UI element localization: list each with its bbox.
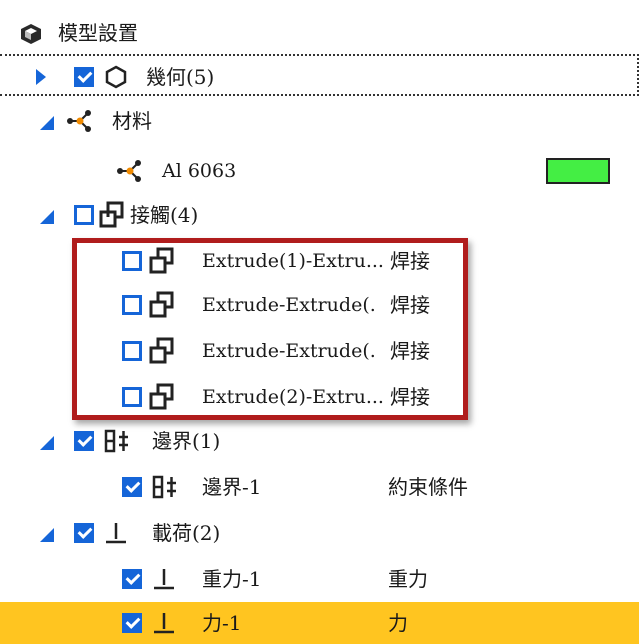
material-icon [117,160,141,182]
tree-node-boundary-1[interactable]: 邊界-1 約束條件 [0,466,639,508]
load-item-checkbox[interactable] [122,569,142,589]
load-icon [106,523,126,544]
contacts-checkbox[interactable] [74,205,94,225]
material-color-swatch[interactable] [546,158,610,184]
material-icon [67,110,91,132]
loads-checkbox[interactable] [74,523,94,543]
collapse-arrow-icon[interactable] [40,210,54,224]
load-item-label: 力-1 [202,611,242,635]
boundary-item-type: 約束條件 [388,475,468,499]
highlight-annotation-box [72,238,468,420]
material-item-label: Al 6063 [162,160,237,182]
tree-node-material[interactable]: 材料 [0,100,639,142]
hexagon-icon [105,65,127,89]
boundary-checkbox[interactable] [74,431,94,451]
model-setup-tree: 模型設置 幾何(5) 材料 Al 6063 接觸(4) Extrude(1)-E… [0,0,639,644]
tree-node-loads[interactable]: 載荷(2) [0,512,639,554]
collapse-arrow-icon[interactable] [40,528,54,542]
load-item-label: 重力-1 [202,567,262,591]
model-cube-icon [21,24,41,44]
tree-node-load-1[interactable]: 重力-1 重力 [0,558,639,600]
material-label: 材料 [112,109,152,133]
tree-node-geometry[interactable]: 幾何(5) [0,54,639,96]
contacts-label: 接觸(4) [130,203,199,227]
boundary-item-checkbox[interactable] [122,477,142,497]
boundary-label: 邊界(1) [152,429,221,453]
load-icon [154,613,174,634]
loads-label: 載荷(2) [152,521,221,545]
load-icon [154,569,174,590]
tree-node-load-2[interactable]: 力-1 力 [0,602,639,644]
load-item-type: 力 [388,611,408,635]
geometry-label: 幾何(5) [146,65,215,89]
contact-icon [99,201,124,228]
tree-node-contacts[interactable]: 接觸(4) [0,194,639,236]
geometry-checkbox[interactable] [74,67,94,87]
page-title: 模型設置 [58,21,138,45]
expand-arrow-icon[interactable] [36,69,46,85]
tree-header: 模型設置 [0,12,639,54]
boundary-item-label: 邊界-1 [202,475,262,499]
boundary-icon [104,429,128,453]
load-item-type: 重力 [388,567,428,591]
collapse-arrow-icon[interactable] [40,436,54,450]
load-item-checkbox[interactable] [122,613,142,633]
boundary-icon [152,475,176,499]
collapse-arrow-icon[interactable] [40,116,54,130]
tree-node-boundary[interactable]: 邊界(1) [0,420,639,462]
tree-node-material-item[interactable]: Al 6063 [0,150,639,192]
